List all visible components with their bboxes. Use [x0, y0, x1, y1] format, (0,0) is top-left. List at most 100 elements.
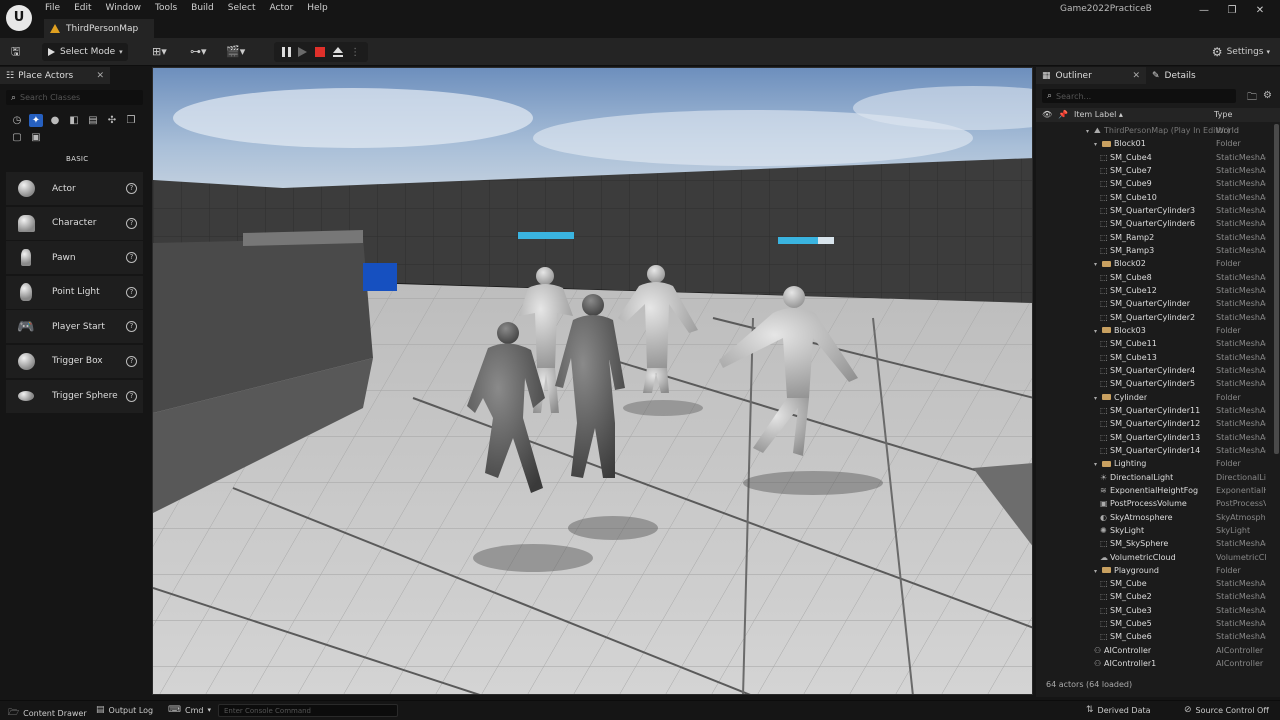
expand-arrow-icon[interactable]: ▾ — [1094, 458, 1102, 471]
expand-arrow-icon[interactable]: ▾ — [1094, 565, 1102, 578]
search-classes-field[interactable]: ⌕ — [6, 90, 143, 105]
help-icon[interactable]: ? — [126, 321, 137, 333]
derived-data-button[interactable]: ⇅ Derived Data — [1086, 705, 1151, 715]
outliner-row[interactable]: ⬚SM_Cube StaticMeshActor — [1036, 577, 1272, 590]
outliner-row[interactable]: ⬚SM_QuarterCylinder3 StaticMeshActor — [1036, 204, 1272, 217]
help-icon[interactable]: ? — [126, 217, 137, 229]
outliner-row[interactable]: ⚇ AIController AIController — [1036, 644, 1272, 657]
outliner-row[interactable]: ⬚SM_Cube5 StaticMeshActor — [1036, 617, 1272, 630]
actor-item-character[interactable]: Character ? — [6, 206, 143, 240]
outliner-folder-row[interactable]: ▾ Block01 Folder — [1036, 137, 1272, 150]
menu-build[interactable]: Build — [184, 2, 221, 14]
settings-button[interactable]: ⚙ Settings ▾ — [1212, 45, 1270, 59]
outliner-row[interactable]: ⬚SM_Cube11 StaticMeshActor — [1036, 337, 1272, 350]
help-icon[interactable]: ? — [126, 355, 137, 367]
outliner-row[interactable]: ⚇ AIController1 AIController — [1036, 657, 1272, 670]
actor-item-pawn[interactable]: Pawn ? — [6, 241, 143, 275]
expand-arrow-icon[interactable]: ▾ — [1086, 125, 1094, 138]
cinematic-category-icon[interactable]: ▤ — [86, 114, 100, 127]
more-options-icon[interactable]: ⋮ — [350, 47, 360, 58]
outliner-row[interactable]: ⬚SM_Cube4 StaticMeshActor — [1036, 151, 1272, 164]
outliner-row[interactable]: ⬚SM_QuarterCylinder StaticMeshActor — [1036, 297, 1272, 310]
level-viewport[interactable] — [152, 67, 1033, 695]
outliner-scrollbar[interactable] — [1274, 124, 1279, 454]
add-folder-icon[interactable]: 🗀 — [1247, 90, 1257, 107]
search-classes-input[interactable] — [20, 93, 121, 102]
outliner-row[interactable]: ⬚SM_Cube8 StaticMeshActor — [1036, 271, 1272, 284]
menu-file[interactable]: File — [38, 2, 67, 14]
expand-arrow-icon[interactable]: ▾ — [1094, 392, 1102, 405]
select-mode-dropdown[interactable]: Select Mode ▾ — [42, 43, 128, 61]
document-tab[interactable]: ThirdPersonMap — [44, 19, 154, 38]
close-icon[interactable]: ✕ — [96, 71, 104, 81]
close-window-button[interactable]: ✕ — [1246, 2, 1274, 20]
outliner-folder-row[interactable]: ▾ Block03 Folder — [1036, 324, 1272, 337]
viewport-scene[interactable] — [153, 68, 1033, 695]
all-classes-category-icon[interactable]: ▣ — [29, 131, 43, 144]
unreal-logo-icon[interactable]: U — [6, 5, 32, 31]
outliner-row[interactable]: ⬚SM_QuarterCylinder5 StaticMeshActor — [1036, 377, 1272, 390]
outliner-row[interactable]: ☀DirectionalLightDirectionalLight — [1036, 471, 1272, 484]
outliner-row[interactable]: ≋ExponentialHeightFogExponentialHeightFo… — [1036, 484, 1272, 497]
menu-tools[interactable]: Tools — [148, 2, 184, 14]
output-log-button[interactable]: ▤ Output Log — [96, 705, 153, 715]
menu-window[interactable]: Window — [99, 2, 149, 14]
outliner-folder-row[interactable]: ▾ Lighting Folder — [1036, 457, 1272, 470]
visual-effects-category-icon[interactable]: ✣ — [105, 114, 119, 127]
help-icon[interactable]: ? — [126, 390, 137, 402]
stop-icon[interactable] — [314, 47, 325, 57]
menu-actor[interactable]: Actor — [263, 2, 301, 14]
outliner-row[interactable]: ⬚SM_QuarterCylinder11 StaticMeshActor — [1036, 404, 1272, 417]
help-icon[interactable]: ? — [126, 286, 137, 298]
outliner-row[interactable]: ⬚SM_QuarterCylinder12 StaticMeshActor — [1036, 417, 1272, 430]
outliner-row[interactable]: ✺ SkyLight SkyLight — [1036, 524, 1272, 537]
help-icon[interactable]: ? — [126, 252, 137, 264]
outliner-row[interactable]: ⬚SM_QuarterCylinder2 StaticMeshActor — [1036, 311, 1272, 324]
add-actor-icon[interactable]: ⊞▾ — [152, 45, 167, 59]
actor-item-actor[interactable]: Actor ? — [6, 172, 143, 205]
expand-arrow-icon[interactable]: ▾ — [1094, 258, 1102, 271]
outliner-folder-row[interactable]: ▾ Block02 Folder — [1036, 257, 1272, 270]
volumes-category-icon[interactable]: ▢ — [10, 131, 24, 144]
outliner-row[interactable]: ⬚SM_Cube3 StaticMeshActor — [1036, 604, 1272, 617]
eject-icon[interactable] — [332, 47, 343, 57]
outliner-row[interactable]: ▾ ⛰ ThirdPersonMap (Play In Editor) World — [1036, 124, 1272, 137]
outliner-row[interactable]: ☁VolumetricCloudVolumetricCloud — [1036, 551, 1272, 564]
outliner-row[interactable]: ⬚SM_Cube9 StaticMeshActor — [1036, 177, 1272, 190]
actor-item-point-light[interactable]: Point Light ? — [6, 275, 143, 309]
outliner-row[interactable]: ⬚SM_Ramp3 StaticMeshActor — [1036, 244, 1272, 257]
outliner-row[interactable]: ◐SkyAtmosphereSkyAtmosphere — [1036, 511, 1272, 524]
outliner-row[interactable]: ⬚SM_QuarterCylinder13 StaticMeshActor — [1036, 431, 1272, 444]
shapes-category-icon[interactable]: ◧ — [67, 114, 81, 127]
place-actors-tab[interactable]: ☷ Place Actors ✕ — [0, 67, 110, 84]
outliner-row[interactable]: ▣PostProcessVolumePostProcessVolume — [1036, 497, 1272, 510]
console-command-input[interactable] — [218, 704, 398, 717]
outliner-row[interactable]: ⬚SM_Cube2 StaticMeshActor — [1036, 590, 1272, 603]
lights-category-icon[interactable]: ● — [48, 114, 62, 127]
outliner-folder-row[interactable]: ▾ Cylinder Folder — [1036, 391, 1272, 404]
outliner-row[interactable]: ⬚SM_QuarterCylinder4 StaticMeshActor — [1036, 364, 1272, 377]
source-control-button[interactable]: ⊘ Source Control Off — [1184, 705, 1269, 715]
recent-icon[interactable]: ◷ — [10, 114, 24, 127]
details-tab[interactable]: ✎ Details — [1146, 67, 1226, 84]
outliner-row[interactable]: ⬚SM_Cube7 StaticMeshActor — [1036, 164, 1272, 177]
menu-help[interactable]: Help — [300, 2, 335, 14]
content-drawer-button[interactable]: 🗁 Content Drawer — [8, 705, 87, 720]
outliner-row[interactable]: ⬚SM_Cube6 StaticMeshActor — [1036, 630, 1272, 643]
cmd-dropdown[interactable]: ⌨ Cmd ▾ — [168, 705, 211, 715]
basic-category-icon[interactable]: ✦ — [29, 114, 43, 127]
help-icon[interactable]: ? — [126, 183, 137, 194]
outliner-folder-row[interactable]: ▾ Playground Folder — [1036, 564, 1272, 577]
minimize-button[interactable]: — — [1190, 2, 1218, 20]
gear-icon[interactable]: ⚙ — [1263, 90, 1272, 107]
item-label-column[interactable]: Item Label ▴ — [1074, 110, 1123, 119]
close-icon[interactable]: ✕ — [1132, 71, 1140, 81]
maximize-button[interactable]: ❐ — [1218, 2, 1246, 20]
actor-item-trigger-sphere[interactable]: Trigger Sphere ? — [6, 379, 143, 413]
outliner-search-input[interactable] — [1056, 91, 1157, 101]
outliner-row[interactable]: ⬚SM_QuarterCylinder6 StaticMeshActor — [1036, 217, 1272, 230]
pause-icon[interactable] — [281, 47, 291, 57]
menu-select[interactable]: Select — [221, 2, 263, 14]
outliner-row[interactable]: ⬚SM_SkySphere StaticMeshActor — [1036, 537, 1272, 550]
menu-edit[interactable]: Edit — [67, 2, 98, 14]
